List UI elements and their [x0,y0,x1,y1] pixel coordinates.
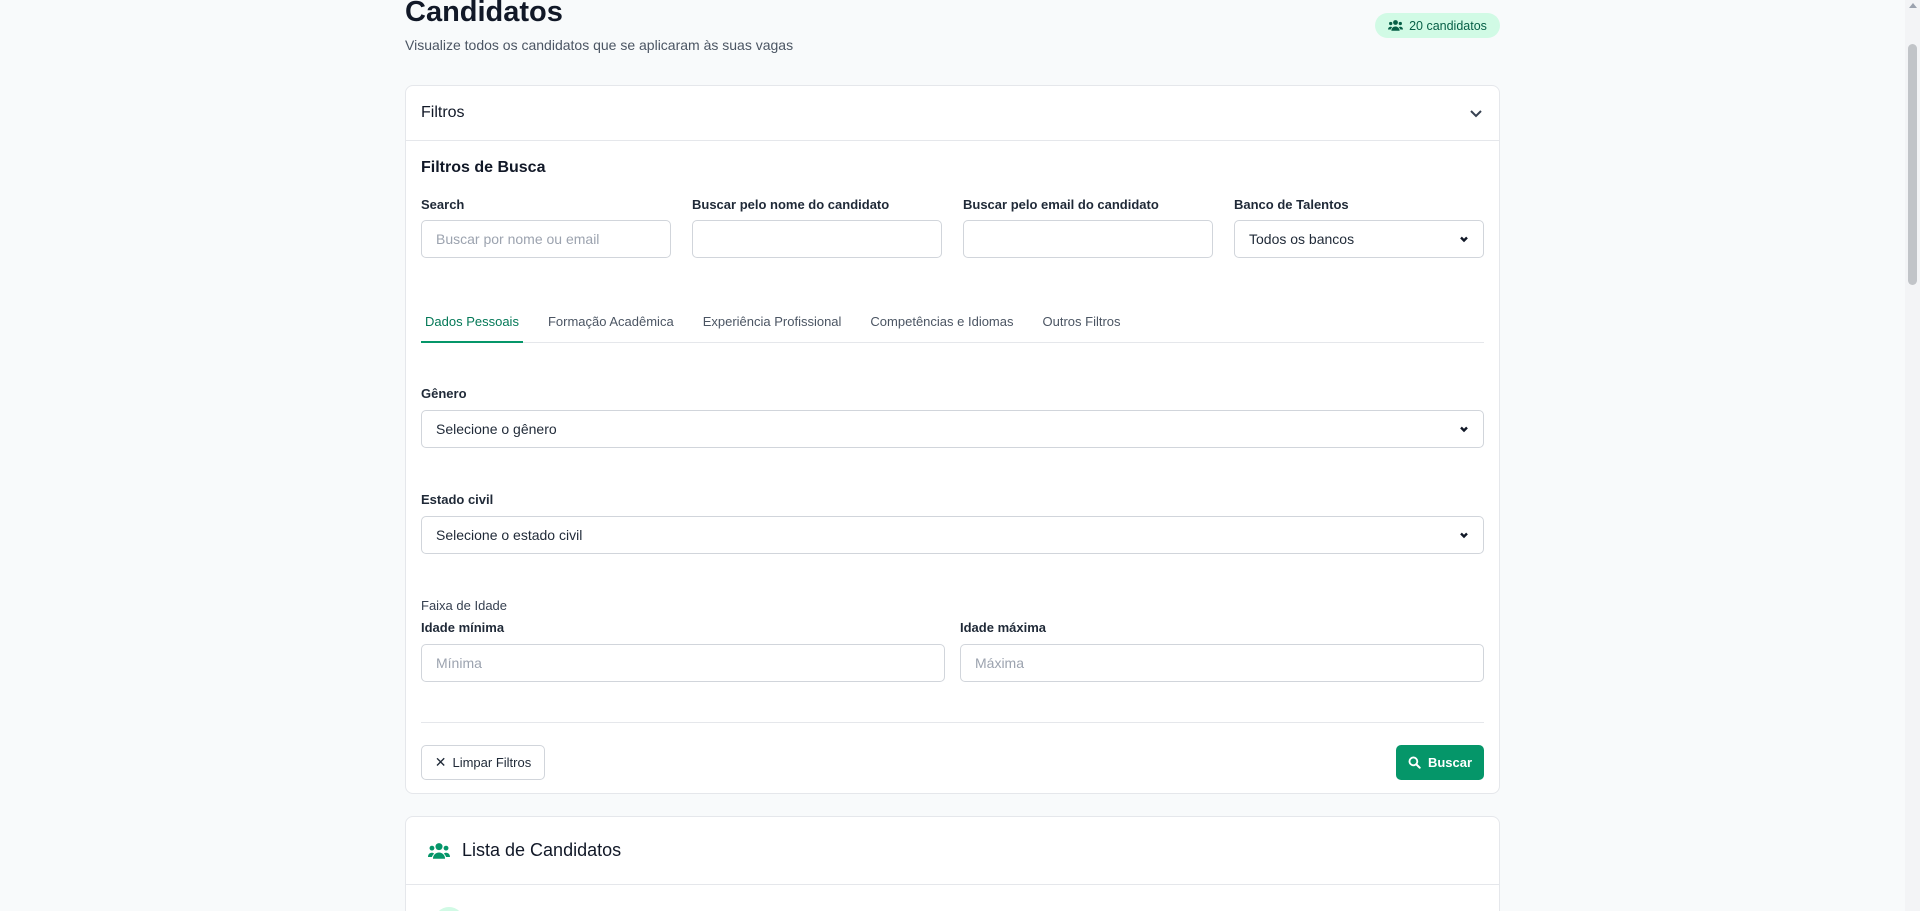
gender-value: Selecione o gênero [436,421,557,437]
talent-bank-value: Todos os bancos [1249,231,1355,247]
filters-title: Filtros [421,104,465,121]
page-subtitle: Visualize todos os candidatos que se apl… [405,37,794,53]
users-icon [428,842,450,859]
tab-formacao-academica[interactable]: Formação Acadêmica [544,302,678,343]
candidate-email-label: Buscar pelo email do candidato [963,197,1159,212]
scroll-up-arrow-icon[interactable] [1909,3,1917,8]
candidate-list-card: Lista de Candidatos [405,816,1500,911]
candidate-name-label: Buscar pelo nome do candidato [692,197,890,212]
page-scrollbar[interactable] [1905,0,1920,911]
tab-outros-filtros[interactable]: Outros Filtros [1039,302,1125,343]
talent-bank-label: Banco de Talentos [1234,197,1349,212]
candidate-list-title: Lista de Candidatos [462,840,622,860]
marital-status-label: Estado civil [421,492,494,507]
candidate-email-input[interactable] [963,220,1213,258]
max-age-label: Idade máxima [960,620,1046,635]
gender-select[interactable]: Selecione o gênero [421,410,1484,448]
scroll-thumb[interactable] [1908,44,1917,285]
avatar [434,907,464,911]
marital-status-value: Selecione o estado civil [436,527,583,543]
search-label: Search [421,197,465,212]
gender-label: Gênero [421,386,467,401]
clear-filters-label: Limpar Filtros [452,755,532,770]
tab-experiencia-profissional[interactable]: Experiência Profissional [699,302,846,343]
search-input[interactable] [421,220,671,258]
chevron-down-icon [1460,236,1468,243]
search-icon [1408,756,1421,769]
chevron-down-icon [1460,426,1468,433]
users-icon [1388,20,1404,31]
marital-status-select[interactable]: Selecione o estado civil [421,516,1484,554]
candidate-count-badge: 20 candidatos [1375,13,1500,38]
chevron-down-icon [1460,532,1468,539]
candidate-name-input[interactable] [692,220,942,258]
search-filters-title: Filtros de Busca [421,159,546,176]
min-age-label: Idade mínima [421,620,505,635]
tab-dados-pessoais[interactable]: Dados Pessoais [421,302,523,343]
min-age-input[interactable] [421,644,945,682]
tab-competencias-idiomas[interactable]: Competências e Idiomas [866,302,1017,343]
chevron-down-icon[interactable] [1468,105,1484,121]
close-icon: ✕ [434,754,447,770]
search-button-label: Buscar [1427,755,1473,770]
filters-card: Filtros Filtros de Busca Search Buscar p… [405,85,1500,794]
candidate-count-text: 20 candidatos [1409,18,1487,33]
candidate-list-header: Lista de Candidatos [406,817,1499,885]
filter-tabs: Dados Pessoais Formação Acadêmica Experi… [421,302,1484,343]
page-title: Candidatos [405,0,563,28]
filters-header[interactable]: Filtros [406,86,1499,141]
talent-bank-select[interactable]: Todos os bancos [1234,220,1484,258]
clear-filters-button[interactable]: ✕ Limpar Filtros [421,745,545,780]
search-button[interactable]: Buscar [1396,745,1484,780]
divider [421,722,1484,723]
age-range-label: Faixa de Idade [421,598,508,613]
page: Candidatos Visualize todos os candidatos… [0,0,1920,911]
max-age-input[interactable] [960,644,1484,682]
